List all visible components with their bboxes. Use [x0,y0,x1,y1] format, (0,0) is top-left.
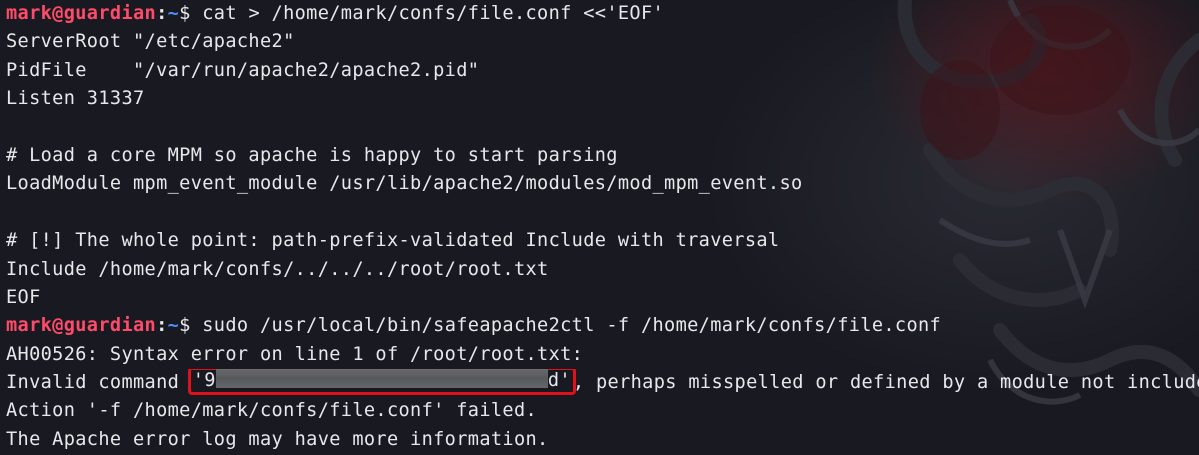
terminal-output: mark@guardian:~$ cat > /home/mark/confs/… [6,0,1199,454]
invalid-command-suffix: , perhaps misspelled or defined by a mod… [572,372,1199,394]
terminal-line: Include /home/mark/confs/../../../root/r… [6,258,549,280]
terminal-line: # Load a core MPM so apache is happy to … [6,144,618,166]
terminal-line-prompt-sudo: mark@guardian:~$ sudo /usr/local/bin/saf… [6,312,1199,340]
terminal-line-invalid-command: Invalid command '9 d', perhaps misspelled… [6,369,1199,397]
redacted-end-text: d' [547,369,571,391]
prompt-user-host: mark@guardian [6,3,157,24]
prompt-user-host: mark@guardian [6,315,157,337]
prompt-path: ~ [167,315,180,337]
terminal-line-error-log: The Apache error log may have more infor… [6,428,549,450]
prompt-symbol: $ [179,3,191,24]
redaction-bar [215,369,548,389]
command-text: sudo /usr/local/bin/safeapache2ctl -f /h… [190,315,942,337]
prompt-separator: : [156,315,168,337]
terminal-line-action-failed: Action '-f /home/mark/confs/file.conf' f… [6,400,538,422]
terminal-line: ServerRoot "/etc/apache2" [6,31,295,53]
prompt-separator: : [156,3,168,24]
prompt-symbol: $ [179,315,191,337]
redacted-start-text: '9 [192,369,216,391]
terminal-line-prompt-cat: mark@guardian:~$ cat > /home/mark/confs/… [6,0,1199,28]
invalid-command-prefix: Invalid command [6,372,191,394]
command-text: cat > /home/mark/confs/file.conf <<'EOF' [190,3,665,24]
terminal-line: Listen 31337 [6,88,145,110]
prompt-path: ~ [167,3,180,24]
highlighted-redacted-flag: '9 d' [187,369,576,395]
terminal-line-syntax-error: AH00526: Syntax error on line 1 of /root… [6,343,584,365]
terminal-line: LoadModule mpm_event_module /usr/lib/apa… [6,173,803,195]
terminal-line: # [!] The whole point: path-prefix-valid… [6,230,780,252]
terminal-line: PidFile "/var/run/apache2/apache2.pid" [6,59,480,81]
terminal-line: EOF [6,286,41,308]
terminal-window[interactable]: mark@guardian:~$ cat > /home/mark/confs/… [0,0,1199,455]
